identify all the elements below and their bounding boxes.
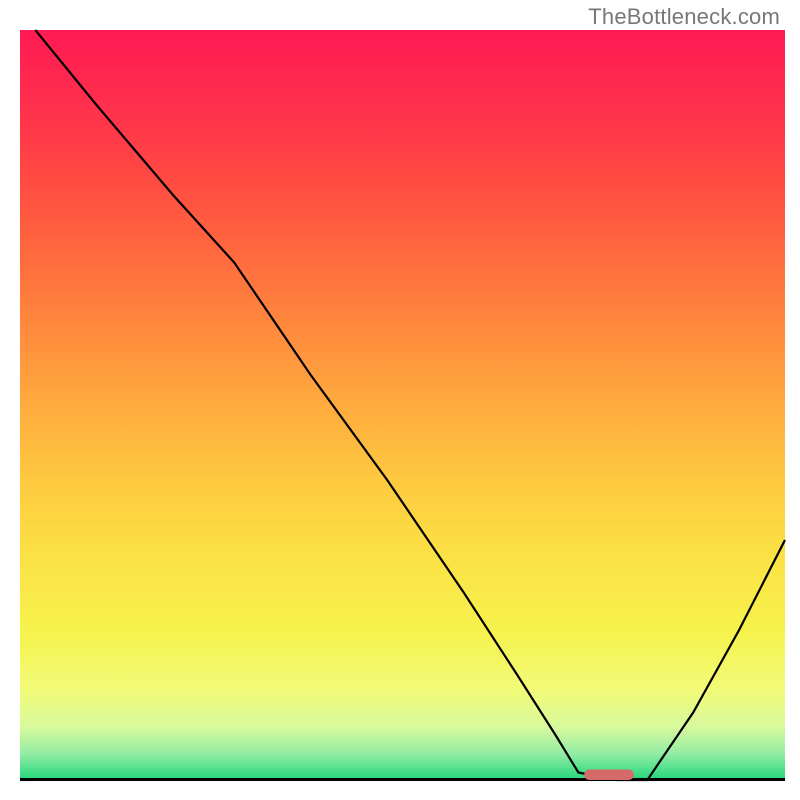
- optimal-range-marker: [584, 770, 634, 781]
- watermark-text: TheBottleneck.com: [588, 4, 780, 30]
- x-axis-baseline: [20, 778, 785, 781]
- bottleneck-chart: [0, 0, 800, 800]
- plot-background: [20, 30, 785, 780]
